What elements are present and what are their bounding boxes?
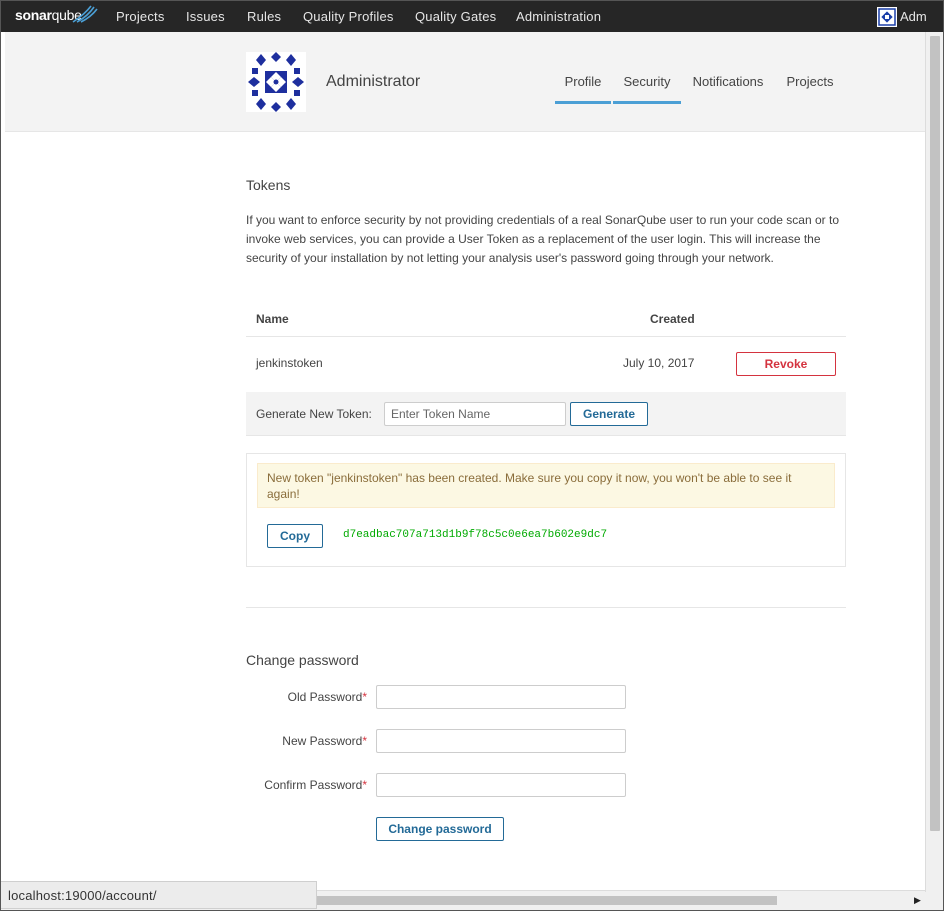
scrollbar-corner xyxy=(925,892,943,910)
tab-profile[interactable]: Profile xyxy=(555,74,611,104)
confirm-password-label-text: Confirm Password xyxy=(264,778,363,792)
token-name: jenkinstoken xyxy=(256,356,323,370)
new-token-alert: New token "jenkinstoken" has been create… xyxy=(257,463,835,508)
tab-notifications[interactable]: Notifications xyxy=(691,74,765,89)
change-password-button[interactable]: Change password xyxy=(376,817,504,841)
column-name: Name xyxy=(256,312,289,326)
change-password-title: Change password xyxy=(246,652,359,668)
old-password-label-text: Old Password xyxy=(287,690,363,704)
new-token-panel: New token "jenkinstoken" has been create… xyxy=(246,453,846,567)
confirm-password-label: Confirm Password* xyxy=(247,778,367,792)
scroll-right-arrow-icon[interactable]: ▶ xyxy=(914,895,921,906)
tokens-description: If you want to enforce security by not p… xyxy=(246,213,839,265)
nav-rules[interactable]: Rules xyxy=(247,9,281,24)
copy-button[interactable]: Copy xyxy=(267,524,323,548)
confirm-password-field[interactable] xyxy=(376,773,626,797)
user-avatar-icon xyxy=(246,52,306,112)
logo-waves-icon xyxy=(72,5,98,23)
token-name-input[interactable] xyxy=(384,402,566,426)
nav-issues[interactable]: Issues xyxy=(186,9,225,24)
section-divider xyxy=(246,607,846,608)
status-bar-url: localhost:19000/account/ xyxy=(1,881,317,909)
nav-administration[interactable]: Administration xyxy=(516,9,601,24)
nav-projects[interactable]: Projects xyxy=(116,9,165,24)
top-navbar: sonarqube Projects Issues Rules Quality … xyxy=(1,1,943,32)
generate-token-label: Generate New Token: xyxy=(256,407,372,421)
logo-text-bold: sonar xyxy=(15,7,52,23)
new-password-label-text: New Password xyxy=(282,734,363,748)
tab-security[interactable]: Security xyxy=(613,74,681,104)
new-password-label: New Password* xyxy=(247,734,367,748)
horizontal-scrollbar-thumb[interactable] xyxy=(311,896,777,905)
old-password-label: Old Password* xyxy=(247,690,367,704)
generate-token-bar: Generate New Token: Generate xyxy=(246,392,846,436)
column-created: Created xyxy=(650,312,695,326)
browser-window: sonarqube Projects Issues Rules Quality … xyxy=(0,0,944,911)
required-mark: * xyxy=(362,778,367,792)
generate-button[interactable]: Generate xyxy=(570,402,648,426)
revoke-button[interactable]: Revoke xyxy=(736,352,836,376)
user-name: Adm xyxy=(900,9,927,24)
user-menu[interactable]: Adm xyxy=(877,7,943,27)
token-value[interactable]: d7eadbac707a713d1b9f78c5c0e6ea7b602e9dc7 xyxy=(343,529,607,541)
new-password-field[interactable] xyxy=(376,729,626,753)
nav-quality-profiles[interactable]: Quality Profiles xyxy=(303,9,394,24)
table-header-divider xyxy=(246,336,846,337)
account-header: Administrator Profile Security Notificat… xyxy=(5,32,925,132)
tab-projects[interactable]: Projects xyxy=(784,74,836,89)
avatar-icon xyxy=(877,7,897,27)
vertical-scrollbar-thumb[interactable] xyxy=(930,36,940,831)
vertical-scrollbar[interactable] xyxy=(925,32,943,892)
required-mark: * xyxy=(362,690,367,704)
token-created-date: July 10, 2017 xyxy=(623,356,695,370)
nav-quality-gates[interactable]: Quality Gates xyxy=(415,9,496,24)
required-mark: * xyxy=(362,734,367,748)
account-name: Administrator xyxy=(326,73,421,90)
tokens-title: Tokens xyxy=(246,177,291,193)
old-password-field[interactable] xyxy=(376,685,626,709)
